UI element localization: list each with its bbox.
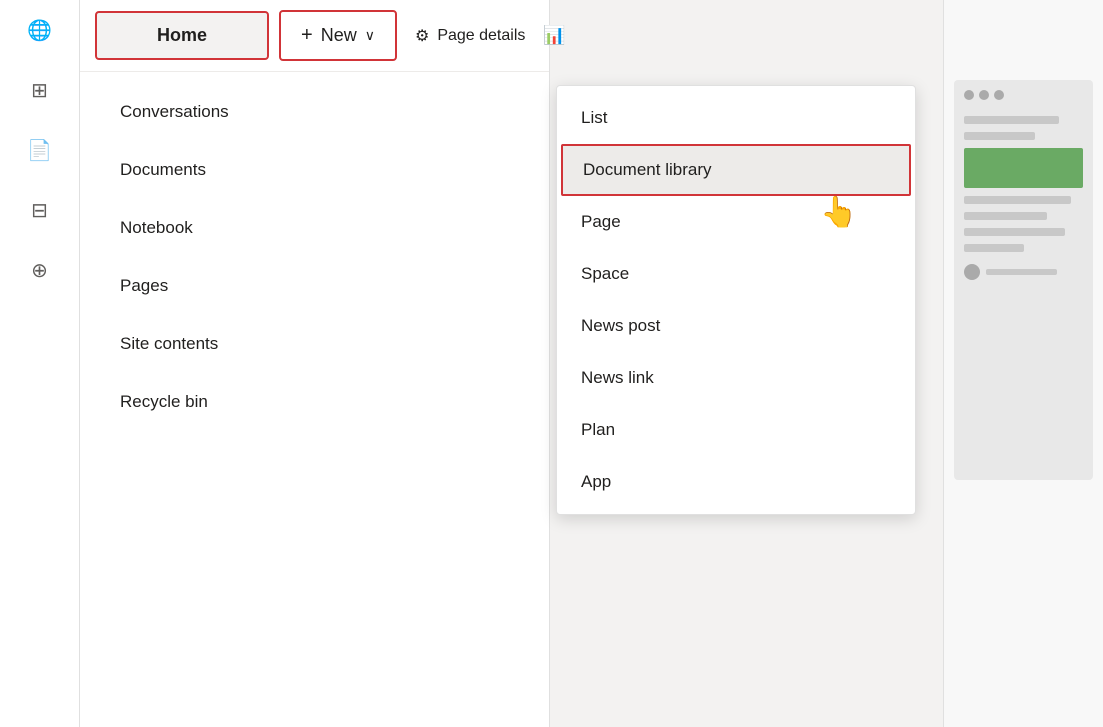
- dropdown-item-space[interactable]: Space: [557, 248, 915, 300]
- nav-panel: Home + New ∨ ⚙ Page details 📊 Conversati…: [80, 0, 550, 727]
- globe-icon[interactable]: 🌐: [20, 10, 60, 50]
- preview-line-6: [964, 244, 1024, 252]
- preview-line-1: [964, 116, 1059, 124]
- dropdown-item-news-post[interactable]: News post: [557, 300, 915, 352]
- nav-items-list: Conversations Documents Notebook Pages S…: [80, 72, 549, 442]
- table-icon[interactable]: ⊟: [20, 190, 60, 230]
- sidebar-icons-panel: 🌐 ⊞ 📄 ⊟ ⊕: [0, 0, 80, 727]
- dropdown-item-app[interactable]: App: [557, 456, 915, 508]
- preview-line-7: [986, 269, 1057, 275]
- preview-image-block: [964, 148, 1083, 188]
- dropdown-item-news-link[interactable]: News link: [557, 352, 915, 404]
- page-details-label: Page details: [437, 27, 525, 45]
- page-details-button[interactable]: ⚙ Page details: [407, 18, 533, 54]
- preview-line-5: [964, 228, 1065, 236]
- new-button[interactable]: + New ∨: [279, 10, 397, 61]
- nav-item-recycle-bin[interactable]: Recycle bin: [90, 374, 539, 430]
- nav-header: Home + New ∨ ⚙ Page details 📊: [80, 0, 549, 72]
- dropdown-item-page[interactable]: Page: [557, 196, 915, 248]
- analytics-icon[interactable]: 📊: [543, 16, 565, 56]
- page-preview-panel: [943, 0, 1103, 727]
- grid-icon[interactable]: ⊞: [20, 70, 60, 110]
- nav-item-documents[interactable]: Documents: [90, 142, 539, 198]
- preview-line-3: [964, 196, 1071, 204]
- preview-dots: [964, 90, 1083, 100]
- plus-icon: +: [301, 24, 313, 47]
- document-icon[interactable]: 📄: [20, 130, 60, 170]
- nav-item-site-contents[interactable]: Site contents: [90, 316, 539, 372]
- preview-dot-2: [979, 90, 989, 100]
- preview-line-4: [964, 212, 1047, 220]
- dropdown-item-list[interactable]: List: [557, 92, 915, 144]
- dropdown-item-plan[interactable]: Plan: [557, 404, 915, 456]
- preview-dot-3: [994, 90, 1004, 100]
- preview-inner: [954, 80, 1093, 480]
- chevron-down-icon: ∨: [365, 27, 375, 44]
- add-icon[interactable]: ⊕: [20, 250, 60, 290]
- home-tab[interactable]: Home: [95, 11, 269, 60]
- new-label: New: [321, 25, 357, 46]
- preview-avatar-row: [964, 264, 1083, 280]
- preview-line-2: [964, 132, 1035, 140]
- dropdown-item-document-library[interactable]: Document library: [561, 144, 911, 196]
- nav-item-pages[interactable]: Pages: [90, 258, 539, 314]
- new-dropdown-menu: List Document library Page Space News po…: [556, 85, 916, 515]
- nav-item-notebook[interactable]: Notebook: [90, 200, 539, 256]
- nav-item-conversations[interactable]: Conversations: [90, 84, 539, 140]
- preview-dot-1: [964, 90, 974, 100]
- preview-avatar: [964, 264, 980, 280]
- gear-icon: ⚙: [415, 26, 429, 46]
